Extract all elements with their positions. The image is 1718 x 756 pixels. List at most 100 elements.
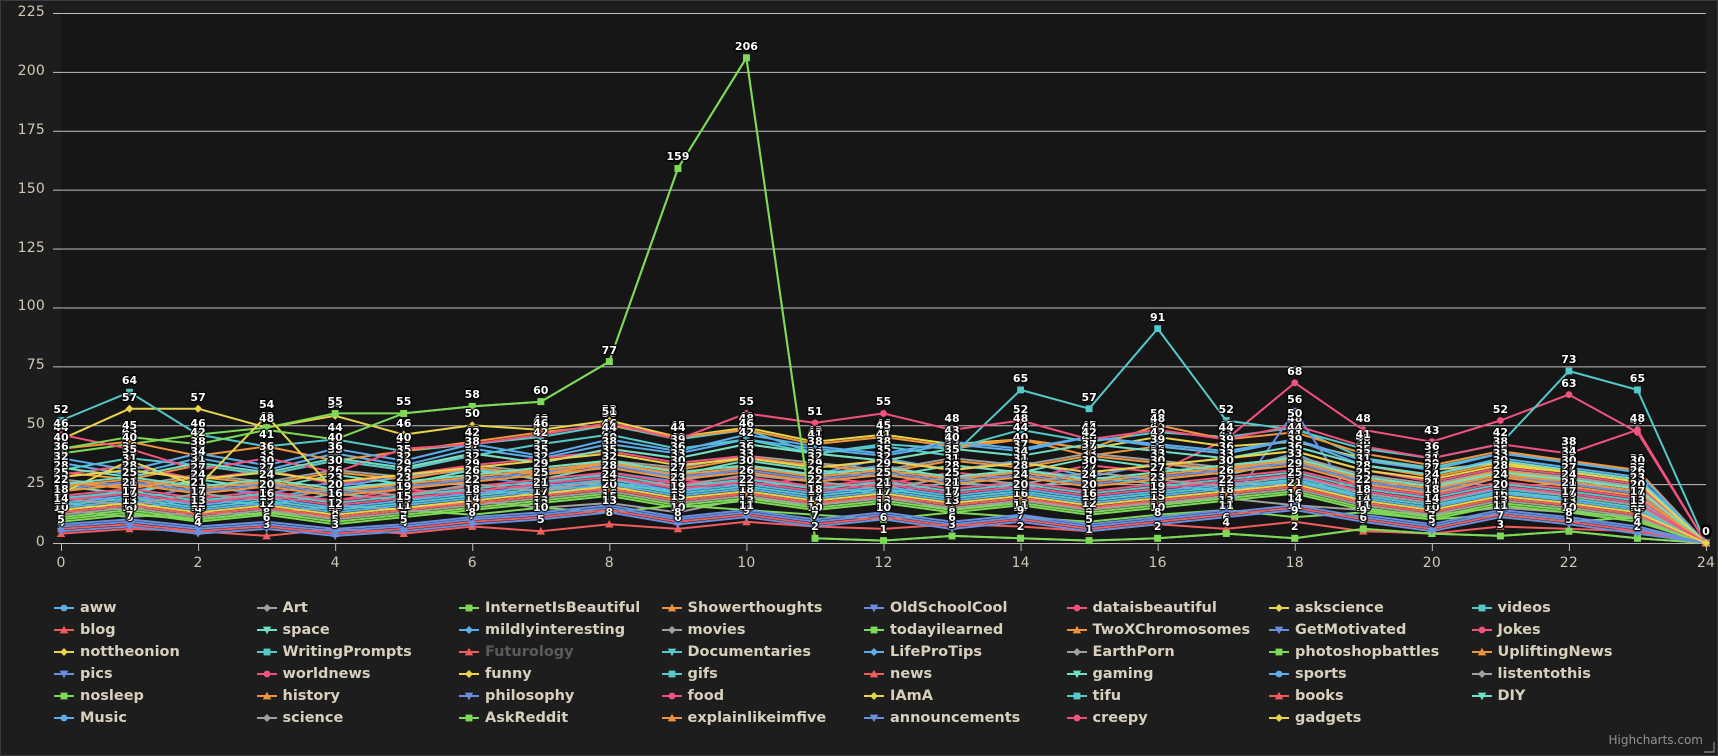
legend-symbol-triangle-down-icon <box>864 604 884 613</box>
legend-item-explainlikeimfive[interactable]: explainlikeimfive <box>661 707 864 729</box>
x-axis-tick-label: 22 <box>1549 555 1589 571</box>
legend-item-gaming[interactable]: gaming <box>1066 663 1269 685</box>
legend-symbol-square-icon <box>459 604 479 612</box>
legend-item-photoshopbattles[interactable]: photoshopbattles <box>1268 641 1471 663</box>
legend-item-videos[interactable]: videos <box>1471 597 1674 619</box>
legend-item-label: gaming <box>1093 663 1154 685</box>
legend-item-label: listentothis <box>1498 663 1591 685</box>
legend-item-label: DIY <box>1498 685 1526 707</box>
legend-symbol-square-icon <box>1471 604 1492 612</box>
legend-symbol-diamond-icon <box>459 626 479 634</box>
legend-item-pics[interactable]: pics <box>53 663 256 685</box>
legend-symbol-square-icon <box>1066 692 1087 700</box>
legend-symbol-triangle-icon <box>1066 625 1087 634</box>
legend-item-IAmA[interactable]: IAmA <box>863 685 1066 707</box>
legend-symbol-square-icon <box>54 692 74 700</box>
legend-item-news[interactable]: news <box>863 663 1066 685</box>
legend-item-TwoXChromosomes[interactable]: TwoXChromosomes <box>1066 619 1269 641</box>
legend-item-nottheonion[interactable]: nottheonion <box>53 641 256 663</box>
legend-item-label: aww <box>80 597 117 619</box>
legend-item-announcements[interactable]: announcements <box>863 707 1066 729</box>
legend-symbol-circle-icon <box>54 714 74 722</box>
legend-item-Futurology[interactable]: Futurology <box>458 641 661 663</box>
legend-symbol-triangle-down-icon <box>1066 670 1087 679</box>
legend-item-OldSchoolCool[interactable]: OldSchoolCool <box>863 597 1066 619</box>
legend-item-label: food <box>688 685 725 707</box>
x-axis-tick-label: 14 <box>1001 555 1041 571</box>
legend-item-label: videos <box>1498 597 1551 619</box>
legend-item-label: Art <box>283 597 308 619</box>
legend-item-blog[interactable]: blog <box>53 619 256 641</box>
legend-symbol-diamond-icon <box>1471 670 1492 678</box>
legend-item-funny[interactable]: funny <box>458 663 661 685</box>
legend-item-label: OldSchoolCool <box>890 597 1007 619</box>
legend-item-Showerthoughts[interactable]: Showerthoughts <box>661 597 864 619</box>
legend-item-creepy[interactable]: creepy <box>1066 707 1269 729</box>
legend-item-books[interactable]: books <box>1268 685 1471 707</box>
legend-symbol-triangle-icon <box>1269 691 1289 700</box>
x-axis-tick-label: 12 <box>864 555 904 571</box>
legend-item-aww[interactable]: aww <box>53 597 256 619</box>
legend-item-dataisbeautiful[interactable]: dataisbeautiful <box>1066 597 1269 619</box>
legend-item-Documentaries[interactable]: Documentaries <box>661 641 864 663</box>
legend-item-gifs[interactable]: gifs <box>661 663 864 685</box>
resize-handle[interactable] <box>1703 741 1715 753</box>
highcharts-credit[interactable]: Highcharts.com <box>1609 733 1703 747</box>
chart-legend[interactable]: aww Art InternetIsBeautiful Showerthoughts O… <box>53 597 1673 729</box>
legend-item-label: movies <box>688 619 746 641</box>
legend-item-EarthPorn[interactable]: EarthPorn <box>1066 641 1269 663</box>
legend-item-label: books <box>1295 685 1344 707</box>
legend-item-InternetIsBeautiful[interactable]: InternetIsBeautiful <box>458 597 661 619</box>
legend-item-GetMotivated[interactable]: GetMotivated <box>1268 619 1471 641</box>
legend-item-label: explainlikeimfive <box>688 707 827 729</box>
legend-item-Art[interactable]: Art <box>256 597 459 619</box>
chart-container[interactable]: 0 25 50 75 100 125 150 175 200 225 0 2 4 6 8 10 12 14 16 18… <box>1 1 1717 593</box>
series-layer[interactable] <box>1 1 1718 593</box>
legend-item-gadgets[interactable]: gadgets <box>1268 707 1471 729</box>
legend-item-mildlyinteresting[interactable]: mildlyinteresting <box>458 619 661 641</box>
y-axis-tick-label: 0 <box>1 534 45 550</box>
legend-item-space[interactable]: space <box>256 619 459 641</box>
legend-item-label: askscience <box>1295 597 1384 619</box>
legend-item-sports[interactable]: sports <box>1268 663 1471 685</box>
x-axis-tick-label: 20 <box>1412 555 1452 571</box>
legend-item-LifeProTips[interactable]: LifeProTips <box>863 641 1066 663</box>
legend-item-askscience[interactable]: askscience <box>1268 597 1471 619</box>
legend-item-movies[interactable]: movies <box>661 619 864 641</box>
legend-item-label: photoshopbattles <box>1295 641 1439 663</box>
legend-item-science[interactable]: science <box>256 707 459 729</box>
legend-symbol-square-icon <box>661 670 682 678</box>
legend-item-tifu[interactable]: tifu <box>1066 685 1269 707</box>
legend-item-philosophy[interactable]: philosophy <box>458 685 661 707</box>
legend-item-DIY[interactable]: DIY <box>1471 685 1674 707</box>
x-axis-tick-label: 6 <box>452 555 492 571</box>
legend-item-label: TwoXChromosomes <box>1093 619 1251 641</box>
legend-item-Music[interactable]: Music <box>53 707 256 729</box>
legend-item-AskReddit[interactable]: AskReddit <box>458 707 661 729</box>
legend-symbol-diamond-icon <box>54 648 74 656</box>
legend-item-worldnews[interactable]: worldnews <box>256 663 459 685</box>
legend-symbol-circle-icon <box>1066 604 1087 612</box>
legend-item-label: LifeProTips <box>890 641 982 663</box>
x-axis-tick-label: 16 <box>1138 555 1178 571</box>
legend-item-todayilearned[interactable]: todayilearned <box>863 619 1066 641</box>
legend-symbol-triangle-icon <box>864 669 884 678</box>
x-axis-tick-label: 0 <box>41 555 81 571</box>
legend-item-label: mildlyinteresting <box>485 619 625 641</box>
legend-item-label: funny <box>485 663 532 685</box>
legend-item-label: gifs <box>688 663 718 685</box>
legend-item-listentothis[interactable]: listentothis <box>1471 663 1674 685</box>
legend-item-label: announcements <box>890 707 1020 729</box>
legend-item-label: worldnews <box>283 663 371 685</box>
legend-item-history[interactable]: history <box>256 685 459 707</box>
legend-item-UpliftingNews[interactable]: UpliftingNews <box>1471 641 1674 663</box>
legend-item-nosleep[interactable]: nosleep <box>53 685 256 707</box>
legend-item-WritingPrompts[interactable]: WritingPrompts <box>256 641 459 663</box>
legend-symbol-diamond-icon <box>864 648 884 656</box>
legend-item-label: UpliftingNews <box>1498 641 1613 663</box>
legend-item-Jokes[interactable]: Jokes <box>1471 619 1674 641</box>
legend-symbol-circle-icon <box>1066 714 1087 722</box>
y-axis-tick-label: 225 <box>1 4 45 20</box>
chart-app: 0 25 50 75 100 125 150 175 200 225 0 2 4 6 8 10 12 14 16 18… <box>0 0 1718 756</box>
legend-item-food[interactable]: food <box>661 685 864 707</box>
